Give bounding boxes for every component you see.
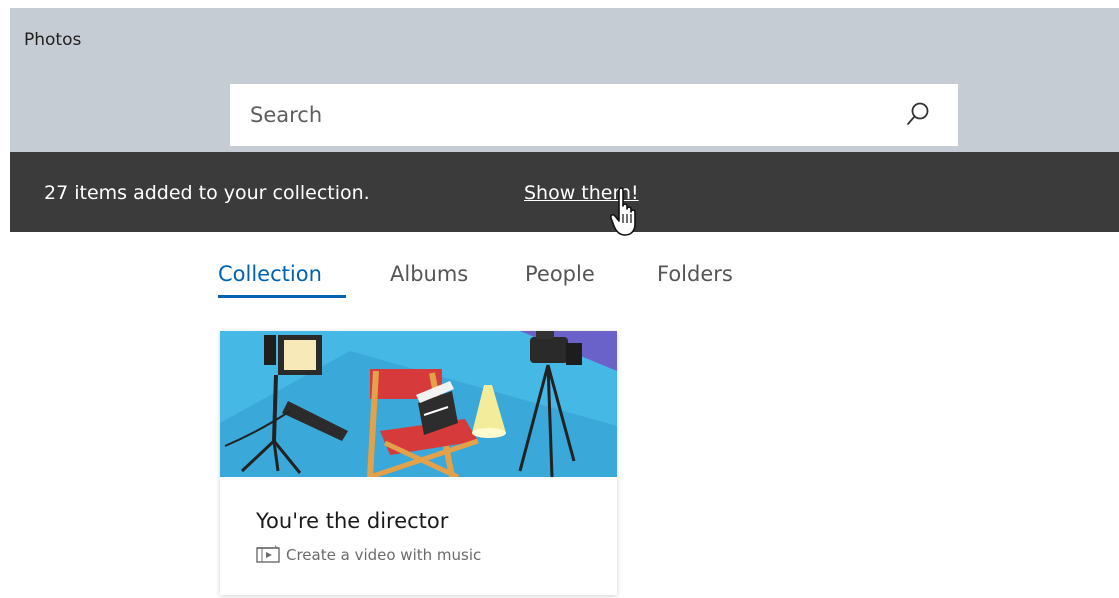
app-title: Photos	[24, 30, 82, 50]
video-project-card[interactable]: You're the director Create a video with …	[220, 331, 617, 595]
search-input[interactable]	[230, 84, 958, 146]
title-bar: Photos	[10, 8, 1119, 152]
notification-message: 27 items added to your collection.	[44, 182, 370, 204]
tab-label: People	[525, 262, 595, 286]
director-illustration	[220, 331, 617, 477]
active-tab-indicator	[218, 295, 346, 298]
tab-label: Folders	[657, 262, 733, 286]
tab-collection[interactable]: Collection	[218, 262, 346, 298]
card-subtitle-row: Create a video with music	[256, 545, 481, 564]
card-subtitle: Create a video with music	[286, 546, 482, 564]
notification-banner: 27 items added to your collection. Show …	[10, 152, 1119, 232]
video-icon	[256, 545, 280, 563]
hand-cursor-icon	[610, 187, 636, 236]
tab-label: Albums	[390, 262, 469, 286]
tab-albums[interactable]: Albums	[390, 262, 468, 286]
card-title: You're the director	[256, 509, 449, 533]
tab-folders[interactable]: Folders	[657, 262, 733, 286]
search-box[interactable]	[230, 84, 958, 146]
tab-people[interactable]: People	[525, 262, 595, 286]
search-icon[interactable]	[904, 100, 932, 128]
tab-label: Collection	[218, 262, 322, 286]
